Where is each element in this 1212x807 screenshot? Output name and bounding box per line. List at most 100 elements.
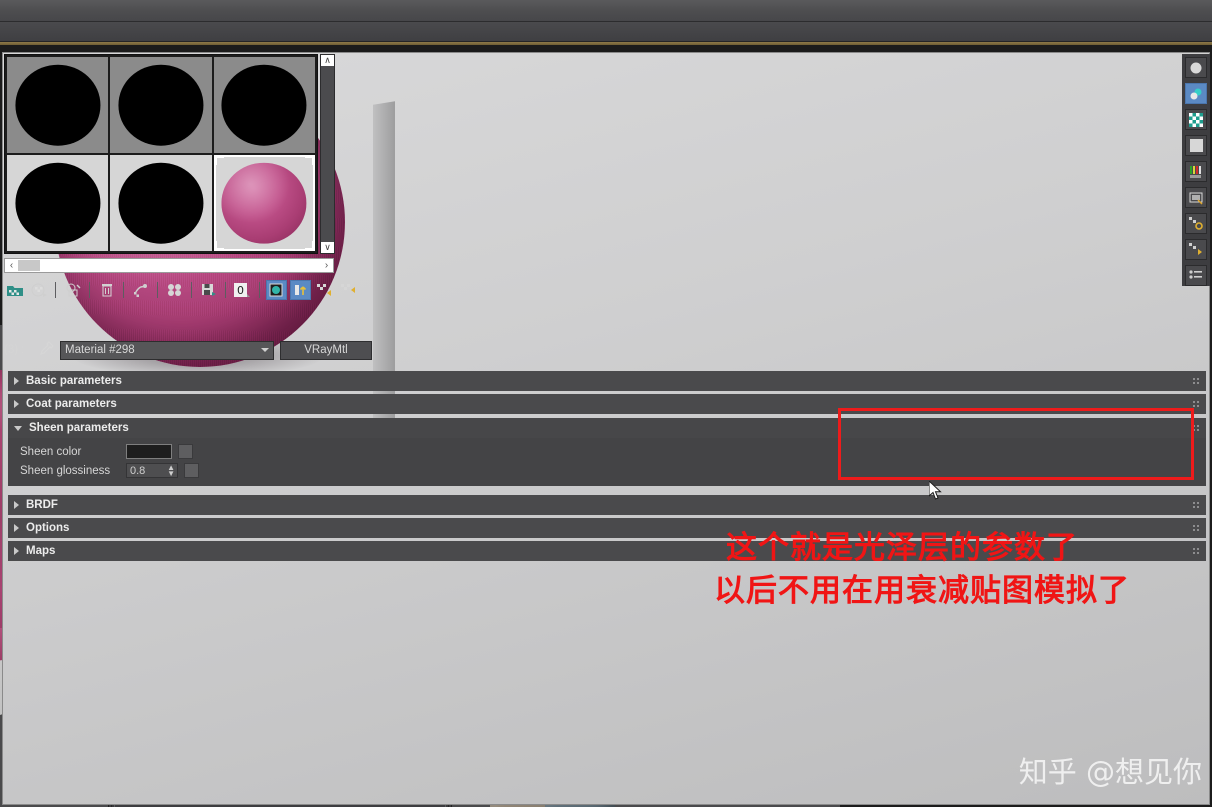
show-shaded-material-icon[interactable] — [266, 280, 287, 300]
chevron-right-icon — [14, 377, 19, 385]
go-forward-to-sibling-icon[interactable] — [338, 280, 359, 300]
sample-sphere-active — [221, 162, 307, 244]
chevron-right-icon — [14, 501, 19, 509]
sample-slot-1[interactable] — [7, 57, 109, 153]
sheen-glossiness-label: Sheen glossiness — [20, 464, 111, 477]
sheen-glossiness-spinner[interactable]: 0.8 ▲ ▼ — [126, 463, 178, 478]
active-corner-icon — [305, 156, 314, 165]
active-corner-icon — [214, 156, 224, 165]
material-editor-side-toolbar[interactable] — [1182, 54, 1210, 286]
max-main-toolbar[interactable] — [0, 0, 1212, 22]
show-end-result-icon[interactable] — [290, 280, 311, 300]
grip-icon — [1192, 400, 1200, 408]
sample-slot-4[interactable] — [7, 155, 109, 251]
make-preview-icon[interactable] — [1185, 187, 1207, 208]
material-name-row: (3) : Material #298 VRayMtl — [4, 340, 372, 360]
rollout-brdf-label: BRDF — [26, 499, 58, 511]
sample-sphere — [221, 64, 307, 146]
spinner-arrows-icon[interactable]: ▲ ▼ — [167, 464, 175, 478]
rollout-options-label: Options — [26, 522, 70, 534]
chevron-right-icon — [14, 547, 19, 555]
grip-icon — [1192, 501, 1200, 509]
background-icon[interactable] — [1185, 109, 1207, 130]
sample-type-icon[interactable] — [1185, 57, 1207, 78]
sheen-glossiness-row: Sheen glossiness 0.8 ▲ ▼ — [8, 461, 1206, 480]
chevron-down-icon — [14, 425, 22, 431]
mouse-cursor-icon — [929, 481, 942, 500]
assign-material-icon[interactable] — [62, 280, 83, 300]
select-by-material-icon[interactable] — [1185, 265, 1207, 286]
max-secondary-toolbar[interactable] — [0, 22, 1212, 42]
rollout-maps-label: Maps — [26, 545, 56, 557]
chevron-right-icon — [14, 524, 19, 532]
annotation-line-2: 以后不用在用衰减贴图模拟了 — [714, 573, 1130, 609]
sample-sphere — [15, 162, 101, 244]
active-corner-icon — [214, 241, 224, 250]
get-material-icon[interactable] — [4, 280, 25, 300]
annotation-line-1: 这个就是光泽层的参数了 — [726, 530, 1078, 566]
sheen-parameters-body: Sheen color Sheen glossiness 0.8 ▲ ▼ — [8, 438, 1206, 486]
go-to-parent-icon[interactable] — [314, 280, 335, 300]
sample-sphere — [118, 162, 204, 244]
chevron-down-icon — [261, 348, 269, 352]
rollout-coat-parameters[interactable]: Coat parameters — [8, 394, 1206, 414]
toolbar-separator — [55, 282, 56, 298]
rollout-coat-parameters-label: Coat parameters — [26, 398, 117, 410]
chevron-right-icon — [14, 400, 19, 408]
material-id-channel-icon[interactable]: 0 — [232, 280, 253, 300]
sample-uv-tiling-icon[interactable] — [1185, 135, 1207, 156]
sheen-color-label: Sheen color — [20, 445, 82, 458]
rollout-brdf[interactable]: BRDF — [8, 495, 1206, 515]
delete-material-icon[interactable] — [96, 280, 117, 300]
options-icon[interactable] — [1185, 213, 1207, 234]
make-material-copy-icon[interactable] — [164, 280, 185, 300]
toolbar-separator — [259, 282, 260, 298]
rollout-sheen-parameters[interactable]: Sheen parameters — [8, 418, 1206, 438]
sheen-color-row: Sheen color — [8, 442, 1206, 461]
material-editor-toolbar[interactable]: 0 — [4, 278, 372, 302]
video-color-check-icon[interactable] — [1185, 161, 1207, 182]
put-to-library-icon[interactable] — [198, 280, 219, 300]
sample-slot-3[interactable] — [213, 57, 315, 153]
sample-sphere — [118, 64, 204, 146]
sheen-color-swatch[interactable] — [126, 444, 172, 459]
toolbar-separator — [191, 282, 192, 298]
grip-icon — [1192, 547, 1200, 555]
toolbar-separator — [157, 282, 158, 298]
sample-slot-5[interactable] — [110, 155, 212, 251]
backlight-icon[interactable] — [1185, 83, 1207, 104]
material-sample-slots[interactable] — [4, 54, 318, 254]
slots-vscrollbar[interactable]: ∧ ∨ — [320, 54, 335, 254]
scroll-up-arrow-icon[interactable]: ∧ — [321, 55, 334, 66]
scrollbar-thumb[interactable] — [18, 260, 40, 271]
rollout-basic-parameters-label: Basic parameters — [26, 375, 122, 387]
rollout-basic-parameters[interactable]: Basic parameters — [8, 371, 1206, 391]
sample-sphere — [15, 64, 101, 146]
grip-icon — [1192, 524, 1200, 532]
sheen-glossiness-value: 0.8 — [130, 464, 146, 477]
sample-slot-2[interactable] — [110, 57, 212, 153]
rollout-sheen-parameters-label: Sheen parameters — [29, 422, 129, 434]
eyedropper-icon[interactable] — [38, 340, 54, 360]
watermark: 知乎 @想见你 — [1018, 755, 1202, 789]
material-type-button[interactable]: VRayMtl — [280, 340, 372, 360]
sample-slot-6-active[interactable] — [213, 155, 315, 251]
scroll-left-arrow-icon[interactable]: ‹ — [5, 259, 18, 272]
active-corner-icon — [305, 241, 314, 250]
sheen-glossiness-map-button[interactable] — [184, 463, 199, 478]
put-material-to-scene-icon[interactable] — [28, 280, 49, 300]
screen: z x 3 Render Setup: V-Ray 5, bet... — □ … — [0, 0, 1212, 807]
scroll-down-arrow-icon[interactable]: ∨ — [321, 242, 334, 253]
scroll-right-arrow-icon[interactable]: › — [320, 259, 333, 272]
svg-text:0: 0 — [237, 284, 244, 297]
material-name-dropdown[interactable]: Material #298 — [60, 340, 274, 360]
reset-map-icon[interactable] — [130, 280, 151, 300]
toolbar-separator — [225, 282, 226, 298]
toolbar-separator — [123, 282, 124, 298]
sheen-color-map-button[interactable] — [178, 444, 193, 459]
grip-icon — [1192, 377, 1200, 385]
material-map-navigator-icon[interactable] — [1185, 239, 1207, 260]
material-name-value: Material #298 — [65, 344, 135, 356]
slots-hscrollbar[interactable]: ‹ › — [4, 258, 334, 273]
toolbar-separator — [89, 282, 90, 298]
